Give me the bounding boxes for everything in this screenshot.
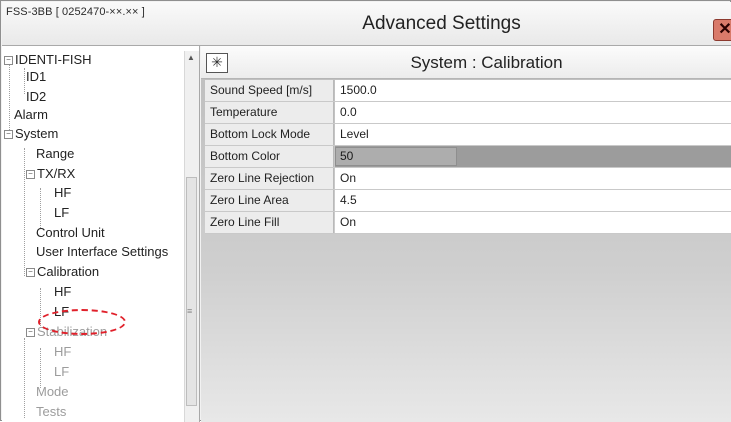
app-identifier: FSS-3BB [ 0252470-××.×× ]: [6, 6, 145, 18]
tree-item-label: Range: [36, 146, 75, 161]
tree-item-mode: Mode: [36, 383, 69, 401]
tree-item-stabilization-lf: LF: [54, 363, 69, 381]
tree-scrollbar[interactable]: ▲ ≡: [184, 51, 199, 422]
panel-header: ✳ System : Calibration: [201, 46, 731, 79]
tree-item-range[interactable]: Range: [36, 145, 74, 163]
row-label: Zero Line Rejection: [205, 168, 334, 189]
tree-item-label: Mode: [36, 384, 69, 399]
row-label: Zero Line Fill: [205, 212, 334, 233]
tree-item-system[interactable]: − System: [4, 125, 58, 143]
collapse-icon[interactable]: −: [4, 130, 13, 140]
tree-item-label: Alarm: [14, 107, 48, 122]
tree-item-txrx[interactable]: − TX/RX: [26, 165, 75, 183]
row-label: Bottom Lock Mode: [205, 124, 334, 145]
tree-item-control-unit[interactable]: Control Unit: [36, 224, 105, 242]
table-row[interactable]: Zero Line Area 4.5: [205, 190, 731, 212]
tree-item-label: User Interface Settings: [36, 244, 169, 259]
tree-item-id2[interactable]: ID2: [26, 88, 46, 106]
row-label: Sound Speed [m/s]: [205, 80, 334, 101]
tree-item-label: IDENTI-FISH: [15, 52, 92, 67]
tree-item-label: ID2: [26, 89, 47, 104]
tree-item-label: TX/RX: [37, 166, 76, 181]
table-row: Bottom Color 50: [205, 146, 731, 168]
row-label: Temperature: [205, 102, 334, 123]
tree-item-user-interface-settings[interactable]: User Interface Settings: [36, 243, 168, 261]
tree-item-stabilization-hf: HF: [54, 343, 71, 361]
settings-icon[interactable]: ✳: [206, 53, 228, 73]
collapse-icon[interactable]: −: [26, 170, 35, 180]
tree-item-label: Calibration: [37, 264, 100, 279]
panel-title: System : Calibration: [410, 53, 563, 72]
row-value: 50: [335, 147, 457, 166]
table-row[interactable]: Bottom Lock Mode Level: [205, 124, 731, 146]
tree-item-label: HF: [54, 185, 72, 200]
row-value[interactable]: 1500.0: [335, 80, 731, 101]
tree-item-id1[interactable]: ID1: [26, 68, 46, 86]
tree-item-label: LF: [54, 205, 70, 220]
row-value[interactable]: On: [335, 212, 731, 233]
tree-item-calibration-hf[interactable]: HF: [54, 283, 71, 301]
tree-item-label: ID1: [26, 69, 47, 84]
row-value[interactable]: Level: [335, 124, 731, 145]
advanced-settings-window: FSS-3BB [ 0252470-××.×× ] Advanced Setti…: [0, 0, 731, 422]
row-value[interactable]: 0.0: [335, 102, 731, 123]
settings-tree: − IDENTI-FISH ID1 ID2 Alarm − System Range…: [2, 46, 200, 422]
tree-item-label: Control Unit: [36, 225, 105, 240]
scroll-up-icon[interactable]: ▲: [187, 53, 195, 62]
row-label: Zero Line Area: [205, 190, 334, 211]
tree-item-label: HF: [54, 344, 72, 359]
collapse-icon[interactable]: −: [26, 268, 35, 278]
collapse-icon: −: [26, 328, 35, 338]
row-label: Bottom Color: [205, 146, 334, 167]
title-bar: FSS-3BB [ 0252470-××.×× ] Advanced Setti…: [2, 2, 731, 46]
tree-item-calibration[interactable]: − Calibration: [26, 263, 99, 281]
window-title: Advanced Settings: [362, 13, 521, 34]
tree-item-label: LF: [54, 364, 70, 379]
scroll-grip-icon: ≡: [187, 306, 193, 316]
table-row[interactable]: Zero Line Fill On: [205, 212, 731, 234]
tree-item-label: System: [15, 126, 59, 141]
table-row[interactable]: Temperature 0.0: [205, 102, 731, 124]
tree-item-txrx-hf[interactable]: HF: [54, 184, 71, 202]
table-row[interactable]: Zero Line Rejection On: [205, 168, 731, 190]
calibration-panel: ✳ System : Calibration Sound Speed [m/s]…: [201, 46, 731, 422]
collapse-icon[interactable]: −: [4, 56, 13, 66]
tree-item-identi-fish[interactable]: − IDENTI-FISH: [4, 51, 92, 69]
table-row[interactable]: Sound Speed [m/s] 1500.0: [205, 80, 731, 102]
calibration-highlight-callout: [38, 309, 126, 335]
tree-item-label: Tests: [36, 404, 67, 419]
close-button[interactable]: ✕: [713, 19, 731, 41]
tree-item-txrx-lf[interactable]: LF: [54, 204, 69, 222]
tree-item-alarm[interactable]: Alarm: [14, 106, 48, 124]
tree-item-label: HF: [54, 284, 72, 299]
row-value[interactable]: 4.5: [335, 190, 731, 211]
tree-item-tests: Tests: [36, 403, 66, 421]
row-value[interactable]: On: [335, 168, 731, 189]
scrollbar-thumb[interactable]: [186, 177, 197, 406]
